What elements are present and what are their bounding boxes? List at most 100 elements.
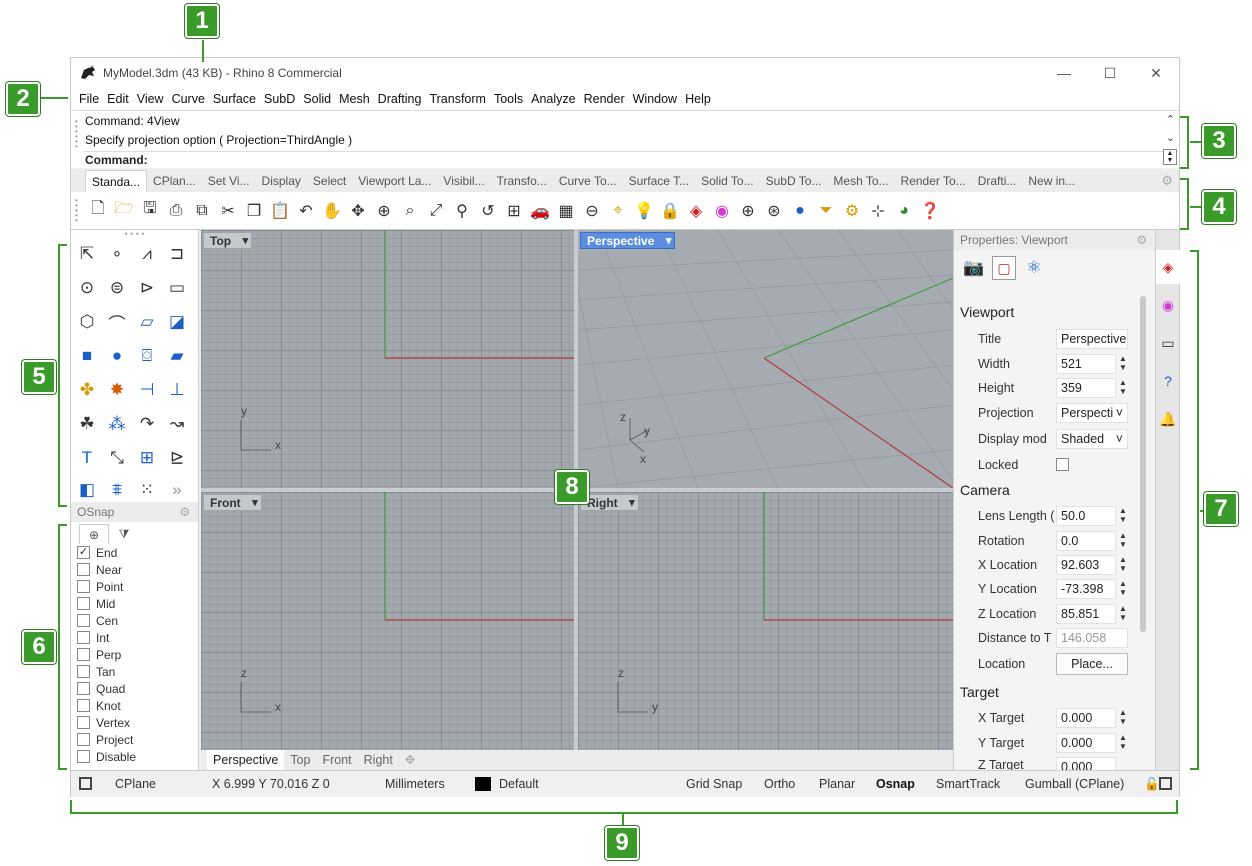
menu-view[interactable]: View xyxy=(133,92,168,106)
rotate-view-icon[interactable]: ✥ xyxy=(347,200,369,222)
osnap-item[interactable]: Mid xyxy=(71,595,198,612)
undo-icon[interactable]: ↶ xyxy=(295,200,317,222)
menu-window[interactable]: Window xyxy=(629,92,681,106)
osnap-checkbox[interactable]: ✓ xyxy=(77,546,90,559)
vp-tab-top[interactable]: Top xyxy=(284,750,316,770)
menu-tools[interactable]: Tools xyxy=(490,92,527,106)
scale-icon[interactable]: ↝ xyxy=(165,412,189,436)
vp-tab-perspective[interactable]: Perspective xyxy=(207,750,285,770)
point-icon[interactable]: ∘ xyxy=(105,242,129,266)
tab-display[interactable]: Display xyxy=(256,170,307,192)
osnap-checkbox[interactable] xyxy=(77,614,90,627)
gear-icon[interactable]: ⚙ xyxy=(179,502,190,522)
viewport-title-front[interactable]: Front xyxy=(203,494,262,512)
color-wheel-icon[interactable]: ◉ xyxy=(711,200,733,222)
block-icon[interactable]: ◧ xyxy=(75,478,99,502)
settings-gear-icon[interactable]: ⚙ xyxy=(841,200,863,222)
osnap-checkbox[interactable] xyxy=(77,716,90,729)
tab-subd-tools[interactable]: SubD To... xyxy=(760,170,828,192)
viewport-right[interactable]: z y Right xyxy=(578,492,953,750)
gumball-toggle[interactable]: Gumball (CPlane) xyxy=(1025,777,1124,791)
tab-curve-tools[interactable]: Curve To... xyxy=(553,170,623,192)
menu-analyze[interactable]: Analyze xyxy=(527,92,579,106)
extrude-surface-icon[interactable]: ◪ xyxy=(165,310,189,334)
wireframe-sphere-icon[interactable]: ⊕ xyxy=(737,200,759,222)
menu-drafting[interactable]: Drafting xyxy=(374,92,426,106)
osnap-checkbox[interactable] xyxy=(77,563,90,576)
print-icon[interactable]: ⎙ xyxy=(165,200,187,222)
x-location-spinner[interactable]: ▲ ▼ xyxy=(1118,555,1128,575)
z-target-field[interactable]: 0.000 xyxy=(1056,757,1116,770)
place-button[interactable]: Place... xyxy=(1056,653,1128,675)
osnap-checkbox[interactable] xyxy=(77,580,90,593)
osnap-checkbox[interactable] xyxy=(77,631,90,644)
text-icon[interactable]: T xyxy=(75,446,99,470)
import-icon[interactable]: ⧉ xyxy=(191,200,213,222)
cplane-label[interactable]: CPlane xyxy=(115,777,156,791)
cplane-icon[interactable]: ▦ xyxy=(555,200,577,222)
cut-icon[interactable]: ✂ xyxy=(217,200,239,222)
open-folder-icon[interactable]: 🗁 xyxy=(113,200,135,222)
osnap-item[interactable]: Knot xyxy=(71,697,198,714)
camera-icon[interactable]: 📷 xyxy=(962,256,986,280)
rotate-icon[interactable]: ↷ xyxy=(135,412,159,436)
gear-icon[interactable]: ⚙ xyxy=(1161,173,1173,189)
panel-toggle-icon[interactable] xyxy=(1159,777,1172,790)
lock-icon[interactable]: 🔓 xyxy=(1144,777,1160,792)
osnap-item[interactable]: Perp xyxy=(71,646,198,663)
four-view-icon[interactable]: ⊞ xyxy=(503,200,525,222)
lock-icon[interactable]: 🔒 xyxy=(659,200,681,222)
close-button[interactable]: ✕ xyxy=(1133,58,1179,88)
menu-solid[interactable]: Solid xyxy=(299,92,335,106)
menu-curve[interactable]: Curve xyxy=(168,92,209,106)
boolean-icon[interactable]: ☘ xyxy=(75,412,99,436)
pan-icon[interactable]: ✋ xyxy=(321,200,343,222)
box-icon[interactable]: ■ xyxy=(75,344,99,368)
render-objects-icon[interactable]: ⚛ xyxy=(1022,256,1046,280)
curve-icon[interactable]: ⊐ xyxy=(165,242,189,266)
tab-set-view[interactable]: Set Vi... xyxy=(202,170,256,192)
polyline-icon[interactable]: ⩘ xyxy=(135,242,159,266)
x-target-spinner[interactable]: ▲ ▼ xyxy=(1118,708,1128,728)
osnap-item[interactable]: Point xyxy=(71,578,198,595)
rectangle-icon[interactable]: ▭ xyxy=(165,276,189,300)
osnap-checkbox[interactable] xyxy=(77,699,90,712)
viewport-title-perspective[interactable]: Perspective xyxy=(580,232,676,250)
puzzle-icon[interactable]: ✤ xyxy=(75,378,99,402)
osnap-checkbox[interactable] xyxy=(77,648,90,661)
dimension-icon[interactable]: ⊵ xyxy=(165,446,189,470)
menu-edit[interactable]: Edit xyxy=(103,92,133,106)
y-location-spinner[interactable]: ▲ ▼ xyxy=(1118,579,1128,599)
osnap-icon[interactable]: ⊖ xyxy=(581,200,603,222)
rendered-sphere-icon[interactable]: ● xyxy=(789,200,811,222)
add-viewport-icon[interactable]: ✥ xyxy=(399,750,421,770)
ellipse-icon[interactable]: ⊜ xyxy=(105,276,129,300)
scroll-down-icon[interactable]: ⌄ xyxy=(1166,131,1175,144)
array-icon[interactable]: ⁂ xyxy=(105,412,129,436)
undo-view-icon[interactable]: ↺ xyxy=(477,200,499,222)
help-icon[interactable]: ❓ xyxy=(919,200,941,222)
osnap-tab-icon[interactable]: ⊕ xyxy=(79,524,109,544)
surface-icon[interactable]: ▱ xyxy=(135,310,159,334)
z-location-spinner[interactable]: ▲ ▼ xyxy=(1118,604,1128,624)
color-wheel-icon[interactable]: ◉ xyxy=(1156,288,1180,322)
gear-icon[interactable]: ⚙ xyxy=(1136,230,1147,250)
zoom-icon[interactable]: ⊕ xyxy=(373,200,395,222)
tab-transform[interactable]: Transfo... xyxy=(491,170,553,192)
grip-icon[interactable]: • • • • • • xyxy=(75,118,78,151)
y-location-field[interactable]: -73.398 xyxy=(1056,579,1116,599)
viewport-top[interactable]: y x Top xyxy=(201,230,574,488)
tab-mesh-tools[interactable]: Mesh To... xyxy=(827,170,894,192)
tab-cplanes[interactable]: CPlan... xyxy=(147,170,202,192)
circle-icon[interactable]: ⊙ xyxy=(75,276,99,300)
planar-toggle[interactable]: Planar xyxy=(819,777,855,791)
projection-select[interactable]: Perspecti xyxy=(1056,403,1128,423)
osnap-item[interactable]: Cen xyxy=(71,612,198,629)
tab-viewport-layout[interactable]: Viewport La... xyxy=(352,170,437,192)
viewport-front[interactable]: z x Front xyxy=(201,492,574,750)
menu-help[interactable]: Help xyxy=(681,92,715,106)
lens-length-field[interactable]: 50.0 xyxy=(1056,506,1116,526)
polygon-icon[interactable]: ⬡ xyxy=(75,310,99,334)
menu-transform[interactable]: Transform xyxy=(425,92,490,106)
notifications-bell-icon[interactable]: 🔔 xyxy=(1156,402,1180,436)
